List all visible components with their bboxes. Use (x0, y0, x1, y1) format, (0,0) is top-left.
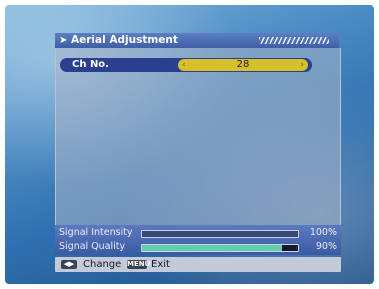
signal-quality-label: Signal Quality (59, 241, 126, 252)
title-hatch-decoration (259, 37, 329, 44)
menu-body: Ch No. ‹ 28 › (55, 48, 341, 225)
channel-number-value: 28 (236, 59, 250, 70)
signal-quality-fill (142, 245, 283, 251)
signal-panel: Signal Intensity 100% Signal Quality 90% (55, 225, 341, 255)
tv-screen: ➤ Aerial Adjustment Ch No. ‹ 28 › Signal… (5, 5, 374, 284)
signal-intensity-fill (142, 231, 298, 237)
signal-intensity-label: Signal Intensity (59, 227, 133, 238)
key-help-footer: ◀▶ Change MENU Exit (55, 257, 341, 272)
signal-intensity-row: Signal Intensity 100% (55, 226, 341, 240)
title-arrow-icon: ➤ (59, 35, 68, 46)
menu-key-icon: MENU (127, 260, 151, 269)
channel-number-selector[interactable]: ‹ 28 › (178, 59, 308, 71)
left-right-key-icon: ◀▶ (61, 260, 77, 269)
channel-number-row[interactable]: Ch No. ‹ 28 › (60, 58, 312, 72)
signal-intensity-percent: 100% (309, 227, 337, 238)
change-hint: Change (83, 259, 122, 270)
signal-intensity-bar (141, 230, 299, 238)
menu-titlebar: ➤ Aerial Adjustment (55, 33, 339, 48)
aerial-adjustment-menu: ➤ Aerial Adjustment Ch No. ‹ 28 › Signal… (55, 33, 341, 255)
channel-number-label: Ch No. (72, 59, 109, 70)
right-arrow-icon[interactable]: › (300, 59, 304, 71)
menu-title: Aerial Adjustment (71, 34, 178, 46)
signal-quality-bar (141, 244, 299, 252)
signal-quality-row: Signal Quality 90% (55, 240, 341, 254)
exit-hint: Exit (151, 259, 170, 270)
signal-quality-percent: 90% (315, 241, 337, 252)
